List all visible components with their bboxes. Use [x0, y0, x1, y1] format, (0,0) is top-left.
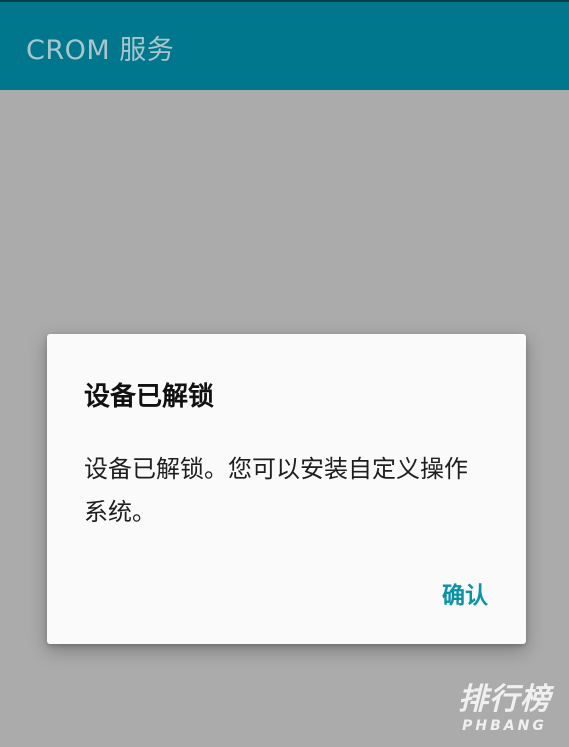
- dialog-message: 设备已解锁。您可以安装自定义操作系统。: [84, 455, 468, 526]
- app-bar: CROM 服务: [0, 0, 569, 90]
- screen: CROM 服务 设备已解锁 设备已解锁。您可以安装自定义操作系统。 确认 排行榜…: [0, 0, 569, 747]
- unlock-dialog: 设备已解锁 设备已解锁。您可以安装自定义操作系统。 确认: [47, 334, 526, 644]
- dialog-title: 设备已解锁: [84, 382, 215, 412]
- watermark-english: PHBANG: [462, 718, 547, 734]
- app-bar-title: CROM 服务: [26, 35, 175, 66]
- confirm-button[interactable]: 确认: [438, 572, 492, 614]
- watermark-logo: 排行榜 PHBANG: [458, 683, 551, 735]
- watermark-chinese: 排行榜: [458, 682, 551, 717]
